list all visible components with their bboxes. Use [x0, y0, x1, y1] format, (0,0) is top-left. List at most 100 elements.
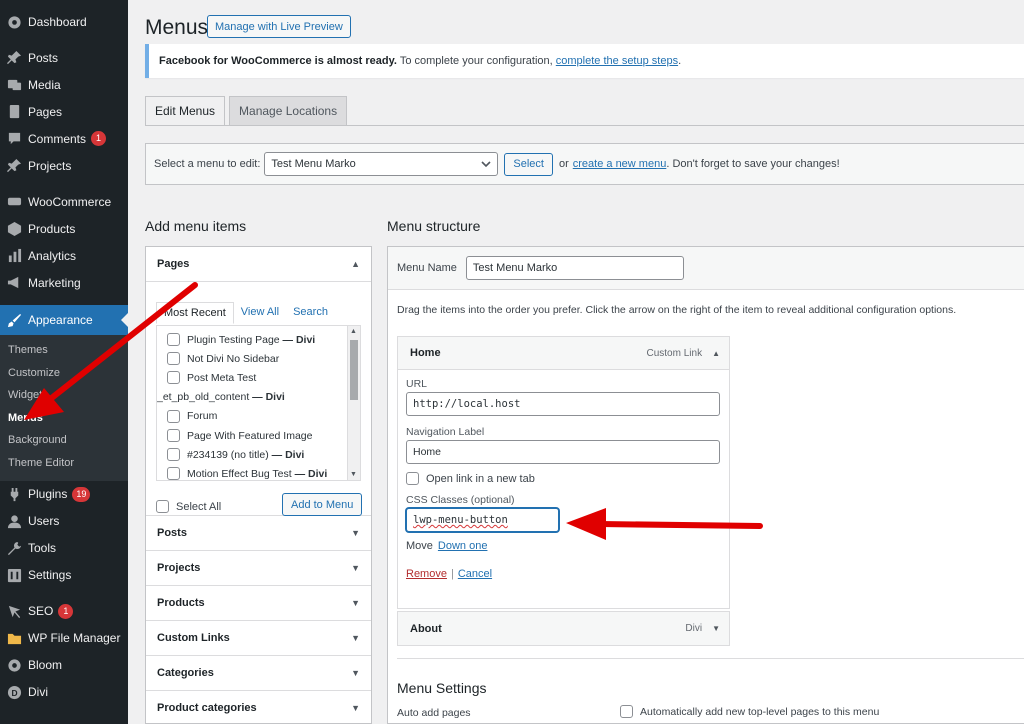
cancel-link[interactable]: Cancel — [458, 568, 492, 580]
sidebar-item-appearance[interactable]: Appearance — [0, 305, 128, 335]
section-projects[interactable]: Projects ▼ — [146, 551, 371, 586]
sidebar-item-comments[interactable]: Comments 1 — [0, 125, 128, 152]
scroll-down-icon[interactable]: ▼ — [350, 471, 357, 478]
page-list-item[interactable]: Motion Effect Bug Test — Divi — [157, 464, 360, 480]
live-preview-button[interactable]: Manage with Live Preview — [207, 15, 351, 38]
new-tab-option[interactable]: Open link in a new tab — [406, 472, 720, 485]
add-to-menu-button[interactable]: Add to Menu — [282, 493, 363, 516]
menu-settings-heading: Menu Settings — [397, 680, 487, 696]
menu-select-dropdown[interactable]: Test Menu Marko — [264, 152, 499, 176]
page-checkbox[interactable] — [167, 409, 180, 423]
css-classes-input[interactable]: lwp-menu-button — [406, 508, 559, 532]
scroll-up-icon[interactable]: ▲ — [350, 328, 357, 335]
select-all[interactable]: Select All — [156, 500, 221, 513]
tab-edit-menus[interactable]: Edit Menus — [145, 96, 226, 126]
section-title: Projects — [157, 562, 201, 574]
sidebar-item-label: Posts — [28, 50, 59, 65]
tab-view-all[interactable]: View All — [234, 302, 286, 324]
menu-item-about-header[interactable]: About Divi ▼ — [398, 612, 729, 645]
url-input[interactable]: http://local.host — [406, 392, 720, 416]
auto-add-checkbox[interactable] — [620, 705, 633, 718]
move-down-one-link[interactable]: Down one — [438, 540, 488, 552]
sidebar-item-dashboard[interactable]: Dashboard — [0, 8, 128, 35]
scroll-thumb[interactable] — [350, 340, 358, 400]
sidebar-item-divi[interactable]: D Divi — [0, 679, 128, 706]
page-checkbox[interactable] — [167, 352, 180, 366]
page-list-item[interactable]: Page With Featured Image — [157, 426, 360, 445]
comment-icon — [6, 131, 22, 147]
page-checkbox[interactable] — [167, 467, 180, 480]
pages-section-header[interactable]: Pages ▲ — [146, 247, 371, 282]
sidebar-item-analytics[interactable]: Analytics — [0, 242, 128, 269]
submenu-item-background[interactable]: Background — [0, 429, 128, 452]
sidebar-item-seo[interactable]: SEO 1 — [0, 598, 128, 625]
page-list-item[interactable]: _et_pb_old_content — Divi — [157, 388, 360, 407]
submenu-item-menus[interactable]: Menus — [0, 407, 128, 430]
submenu-item-themes[interactable]: Themes — [0, 339, 128, 362]
menu-item-home-header[interactable]: Home Custom Link ▲ — [398, 337, 729, 370]
nav-label-input[interactable]: Home — [406, 440, 720, 464]
page-list-item[interactable]: Plugin Testing Page — Divi — [157, 330, 360, 349]
tab-manage-locations[interactable]: Manage Locations — [229, 96, 348, 126]
pages-scrollbar[interactable]: ▲ ▼ — [347, 326, 360, 480]
menu-name-input[interactable]: Test Menu Marko — [465, 256, 684, 280]
create-menu-link[interactable]: create a new menu — [573, 158, 667, 170]
sidebar-item-projects[interactable]: Projects — [0, 152, 128, 179]
sidebar-item-products[interactable]: Products — [0, 215, 128, 242]
page-list-item[interactable]: Forum — [157, 407, 360, 426]
notice-end: . — [678, 55, 682, 67]
folder-icon — [6, 630, 22, 646]
select-all-checkbox[interactable] — [156, 500, 169, 513]
select-button[interactable]: Select — [504, 152, 553, 176]
remove-link[interactable]: Remove — [406, 568, 447, 580]
page-checkbox[interactable] — [167, 371, 180, 385]
sidebar-item-woocommerce[interactable]: WooCommerce — [0, 188, 128, 215]
css-classes-value: lwp-menu-button — [413, 514, 508, 526]
page-checkbox[interactable] — [167, 448, 180, 462]
caret-up-icon[interactable]: ▲ — [712, 349, 720, 358]
section-title: Product categories — [157, 702, 257, 714]
pages-checklist: Plugin Testing Page — Divi Not Divi No Si… — [156, 325, 361, 481]
sidebar-item-pages[interactable]: Pages — [0, 98, 128, 125]
page-list-item[interactable]: #234139 (no title) — Divi — [157, 445, 360, 464]
page-list-item[interactable]: Post Meta Test — [157, 368, 360, 387]
section-posts[interactable]: Posts ▼ — [146, 516, 371, 551]
new-tab-checkbox[interactable] — [406, 472, 419, 485]
sidebar-item-label: Comments — [28, 131, 87, 146]
auto-add-option[interactable]: Automatically add new top-level pages to… — [620, 705, 879, 718]
setup-steps-link[interactable]: complete the setup steps — [556, 55, 678, 67]
sidebar-item-wp-file-manager[interactable]: WP File Manager — [0, 625, 128, 652]
sidebar-item-posts[interactable]: Posts — [0, 44, 128, 71]
caret-down-icon[interactable]: ▼ — [712, 624, 720, 633]
notice-bold: Facebook for WooCommerce is almost ready… — [159, 55, 397, 67]
sidebar-item-media[interactable]: Media — [0, 71, 128, 98]
auto-add-text: Automatically add new top-level pages to… — [640, 705, 880, 718]
sidebar-item-marketing[interactable]: Marketing — [0, 269, 128, 296]
section-product-categories[interactable]: Product categories ▼ — [146, 691, 371, 723]
page-list-item[interactable]: Not Divi No Sidebar — [157, 349, 360, 368]
section-custom-links[interactable]: Custom Links ▼ — [146, 621, 371, 656]
section-title: Custom Links — [157, 632, 230, 644]
submenu-item-widgets[interactable]: Widgets — [0, 384, 128, 407]
plug-icon — [6, 486, 22, 502]
submenu-item-customize[interactable]: Customize — [0, 362, 128, 385]
page-checkbox[interactable] — [167, 333, 180, 347]
tab-most-recent[interactable]: Most Recent — [156, 302, 234, 324]
page-title: Menus — [145, 16, 209, 39]
sidebar-separator — [0, 35, 128, 44]
page-checkbox[interactable] — [167, 429, 180, 443]
section-categories[interactable]: Categories ▼ — [146, 656, 371, 691]
menu-item-home-title: Home — [410, 347, 441, 359]
seo-icon — [6, 603, 22, 619]
sidebar-item-bloom[interactable]: Bloom — [0, 652, 128, 679]
page-name: _et_pb_old_content — [157, 391, 250, 404]
sidebar-item-plugins[interactable]: Plugins 19 — [0, 481, 128, 508]
page-name: Page With Featured Image — [187, 429, 313, 442]
sidebar-item-users[interactable]: Users — [0, 508, 128, 535]
tab-search[interactable]: Search — [286, 302, 335, 324]
sidebar-item-settings[interactable]: Settings — [0, 562, 128, 589]
sidebar-item-tools[interactable]: Tools — [0, 535, 128, 562]
submenu-item-theme-editor[interactable]: Theme Editor — [0, 452, 128, 475]
section-products[interactable]: Products ▼ — [146, 586, 371, 621]
menu-item-about-title: About — [410, 622, 442, 635]
